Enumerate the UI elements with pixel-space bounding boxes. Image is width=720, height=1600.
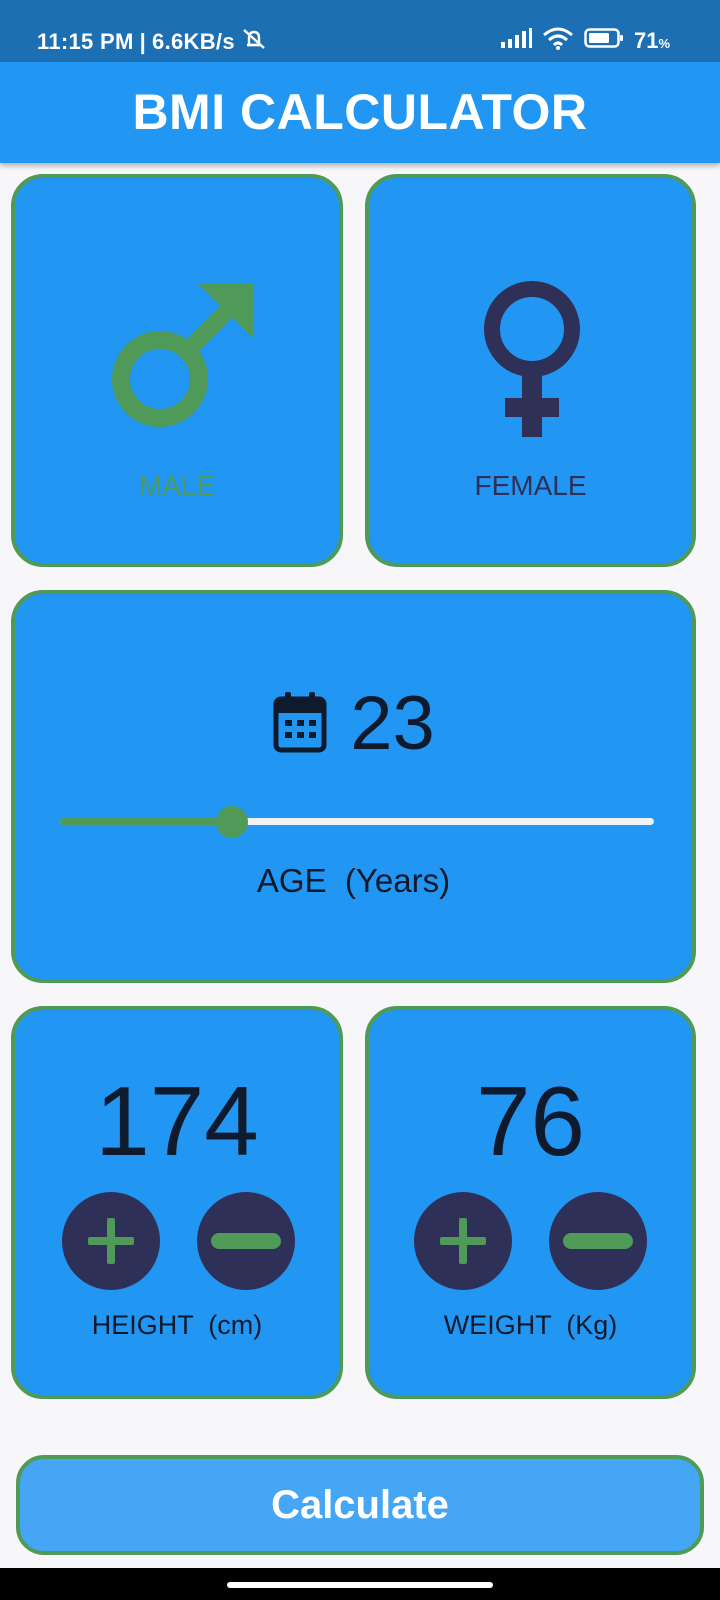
male-icon — [103, 278, 273, 433]
female-card[interactable]: FEMALE — [365, 174, 696, 567]
slider-fill — [60, 818, 233, 825]
weight-caption: WEIGHT (Kg) — [443, 1310, 618, 1340]
status-left: 11:15 PM | 6.6KB/s — [37, 27, 267, 57]
slider-thumb[interactable] — [216, 806, 249, 838]
status-right: 71% — [500, 26, 670, 56]
calendar-icon — [272, 690, 328, 759]
battery-value: 71 — [633, 28, 659, 53]
mute-icon — [241, 27, 267, 57]
height-value: 174 — [95, 1066, 259, 1176]
height-increment-button[interactable] — [62, 1192, 160, 1290]
battery-percent: 71% — [634, 28, 670, 54]
age-row: 23 — [15, 686, 692, 762]
minus-icon — [211, 1233, 281, 1249]
age-value: 23 — [350, 681, 435, 766]
female-label: FEMALE — [474, 470, 587, 501]
status-separator: | — [139, 29, 147, 54]
height-card: 174 HEIGHT (cm) — [11, 1006, 343, 1399]
male-label: MALE — [138, 470, 216, 501]
height-decrement-button[interactable] — [197, 1192, 295, 1290]
navigation-bar — [0, 1568, 720, 1600]
status-bar: 11:15 PM | 6.6KB/s 71% — [0, 0, 720, 62]
plus-icon — [440, 1218, 486, 1264]
age-slider[interactable] — [60, 806, 654, 838]
weight-value: 76 — [475, 1066, 585, 1176]
female-icon — [472, 281, 592, 446]
status-speed: 6.6KB/s — [152, 29, 235, 54]
male-card[interactable]: MALE — [11, 174, 343, 567]
calculate-label: Calculate — [271, 1482, 449, 1527]
height-caption: HEIGHT (cm) — [91, 1310, 263, 1340]
weight-card: 76 WEIGHT (Kg) — [365, 1006, 696, 1399]
weight-decrement-button[interactable] — [549, 1192, 647, 1290]
age-caption: AGE (Years) — [256, 862, 451, 899]
battery-unit: % — [658, 36, 670, 51]
wifi-icon — [542, 26, 574, 56]
battery-icon — [584, 27, 624, 55]
plus-icon — [88, 1218, 134, 1264]
calculate-button[interactable]: Calculate — [16, 1455, 704, 1555]
app-bar: BMI CALCULATOR — [0, 62, 720, 163]
status-time: 11:15 PM — [37, 29, 134, 54]
weight-increment-button[interactable] — [414, 1192, 512, 1290]
signal-icon — [500, 28, 532, 54]
age-card: 23 AGE (Years) — [11, 590, 696, 983]
app-title: BMI CALCULATOR — [132, 83, 588, 140]
minus-icon — [563, 1233, 633, 1249]
home-gesture-handle[interactable] — [227, 1582, 493, 1588]
